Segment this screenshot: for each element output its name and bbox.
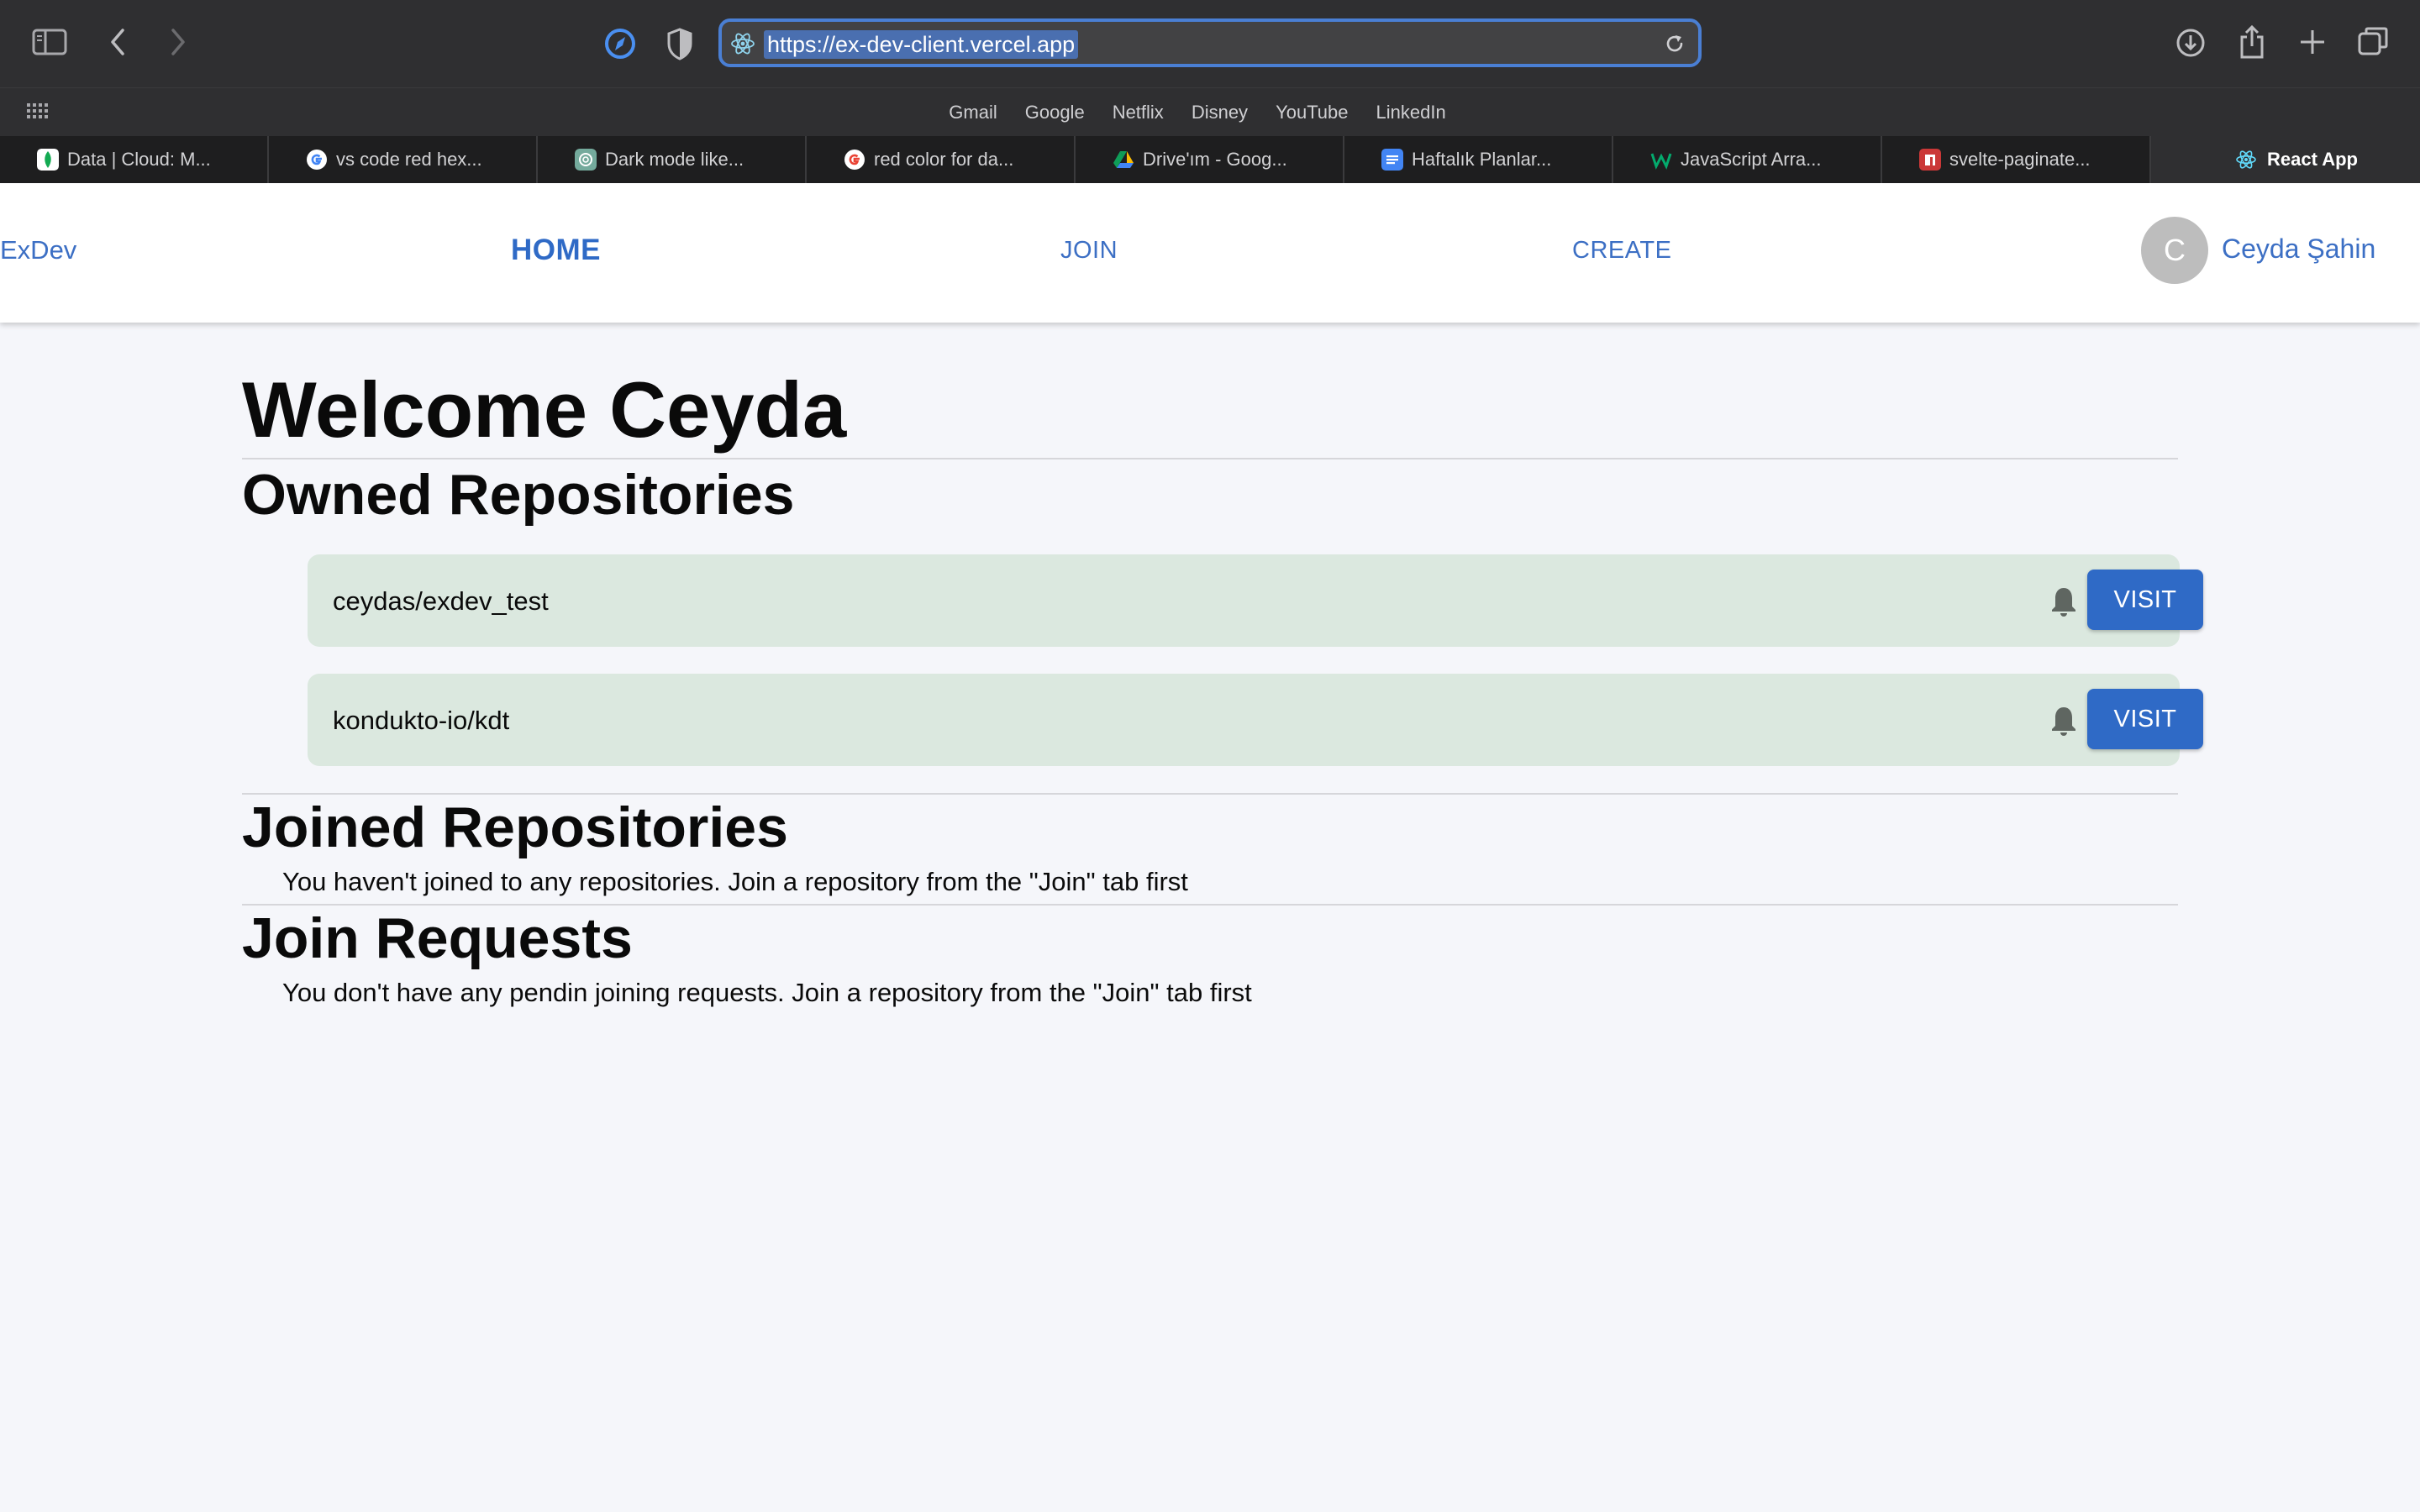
tab-label: red color for da... <box>874 149 1014 170</box>
react-icon <box>2236 150 2256 169</box>
bookmark-linkedin[interactable]: LinkedIn <box>1376 102 1446 123</box>
join-requests-title: Join Requests <box>242 906 633 970</box>
chatgpt-icon <box>575 149 597 171</box>
page-title: Welcome Ceyda <box>242 365 847 454</box>
repo-card: ceydas/exdev_test VISIT <box>308 554 2203 647</box>
browser-tab[interactable]: JavaScript Arra... <box>1613 136 1882 183</box>
bookmark-disney[interactable]: Disney <box>1192 102 1248 123</box>
browser-tab[interactable]: Haftalık Planlar... <box>1344 136 1613 183</box>
user-name[interactable]: Ceyda Şahin <box>2222 234 2375 265</box>
tab-label: svelte-paginate... <box>1949 149 2091 170</box>
google-drive-icon <box>1113 151 1134 168</box>
bookmarks-list: Gmail Google Netflix Disney YouTube Link… <box>0 88 2420 137</box>
bookmarks-bar: Gmail Google Netflix Disney YouTube Link… <box>0 87 2420 136</box>
tab-label: Data | Cloud: M... <box>67 149 211 170</box>
browser-tab[interactable]: Drive'ım - Goog... <box>1076 136 1344 183</box>
bell-icon[interactable] <box>2049 585 2079 618</box>
w3schools-icon <box>1650 149 1672 171</box>
share-icon[interactable] <box>2237 24 2267 60</box>
google-g-icon <box>307 150 327 170</box>
browser-tab[interactable]: Dark mode like... <box>538 136 807 183</box>
owned-repositories-title: Owned Repositories <box>242 463 795 527</box>
browser-tab[interactable]: svelte-paginate... <box>1882 136 2151 183</box>
tab-label: React App <box>2267 149 2358 170</box>
url-text[interactable]: https://ex-dev-client.vercel.app <box>764 30 1079 59</box>
back-icon[interactable] <box>108 27 128 57</box>
repo-name: kondukto-io/kdt <box>333 706 510 735</box>
sidebar-toggle-icon[interactable] <box>32 27 69 57</box>
tab-strip: Data | Cloud: M... vs code red hex... Da… <box>0 136 2420 183</box>
tab-label: vs code red hex... <box>336 149 482 170</box>
compass-extension-icon[interactable] <box>603 27 637 60</box>
browser-tab-active[interactable]: React App <box>2151 136 2420 183</box>
google-g-icon <box>844 150 865 170</box>
bell-icon[interactable] <box>2049 704 2079 738</box>
repo-name: ceydas/exdev_test <box>333 586 549 616</box>
nav-home[interactable]: HOME <box>511 234 601 267</box>
tab-label: Haftalık Planlar... <box>1412 149 1552 170</box>
downloads-icon[interactable] <box>2175 27 2207 59</box>
bookmark-youtube[interactable]: YouTube <box>1276 102 1348 123</box>
shield-icon[interactable] <box>666 27 694 60</box>
nav-join[interactable]: JOIN <box>1060 237 1118 265</box>
repo-card: kondukto-io/kdt VISIT <box>308 674 2203 766</box>
tab-overview-icon[interactable] <box>2356 25 2390 59</box>
google-docs-icon <box>1381 149 1403 171</box>
joined-empty-message: You haven't joined to any repositories. … <box>282 867 1188 896</box>
visit-button[interactable]: VISIT <box>2087 689 2203 749</box>
joined-repositories-title: Joined Repositories <box>242 795 788 859</box>
brand-link[interactable]: ExDev <box>0 235 76 265</box>
browser-toolbar: https://ex-dev-client.vercel.app <box>0 0 2420 87</box>
tab-label: Drive'ım - Goog... <box>1143 149 1287 170</box>
browser-tab[interactable]: red color for da... <box>807 136 1076 183</box>
app-header: ExDev HOME JOIN CREATE C Ceyda Şahin <box>0 183 2420 323</box>
visit-button[interactable]: VISIT <box>2087 570 2203 630</box>
bookmark-gmail[interactable]: Gmail <box>949 102 997 123</box>
browser-tab[interactable]: Data | Cloud: M... <box>0 136 269 183</box>
react-favicon-icon <box>731 33 755 55</box>
divider <box>242 458 2178 459</box>
bookmark-netflix[interactable]: Netflix <box>1113 102 1164 123</box>
bookmark-google[interactable]: Google <box>1025 102 1085 123</box>
nav-create[interactable]: CREATE <box>1572 237 1671 265</box>
tab-label: Dark mode like... <box>605 149 744 170</box>
requests-empty-message: You don't have any pendin joining reques… <box>282 978 1252 1007</box>
forward-icon[interactable] <box>168 27 188 57</box>
mongodb-leaf-icon <box>37 149 59 171</box>
avatar[interactable]: C <box>2141 217 2208 284</box>
address-bar[interactable]: https://ex-dev-client.vercel.app <box>718 18 1702 67</box>
npm-icon <box>1919 149 1941 171</box>
reload-icon[interactable] <box>1663 32 1686 55</box>
browser-tab[interactable]: vs code red hex... <box>269 136 538 183</box>
tab-label: JavaScript Arra... <box>1681 149 1822 170</box>
new-tab-plus-icon[interactable] <box>2297 27 2328 57</box>
